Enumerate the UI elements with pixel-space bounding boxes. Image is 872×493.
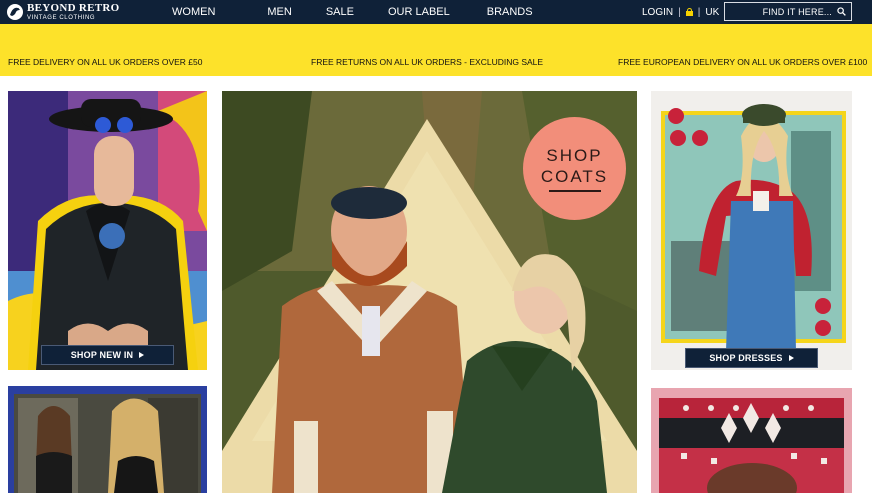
account-utilities: LOGIN | | UK <box>642 0 719 24</box>
logo-title: BEYOND RETRO <box>27 2 120 14</box>
nav-men[interactable]: MEN <box>267 6 291 18</box>
lingerie-tile[interactable] <box>8 386 207 493</box>
top-navigation-bar: BEYOND RETRO VINTAGE CLOTHING WOMEN MEN … <box>0 0 872 24</box>
shop-coats-line1: SHOP <box>546 146 603 165</box>
knitwear-photo <box>651 388 852 493</box>
search-icon[interactable] <box>837 7 846 16</box>
dresses-tile[interactable]: SHOP DRESSES <box>651 91 852 370</box>
arrow-right-icon <box>788 355 794 361</box>
promo-european-delivery: FREE EUROPEAN DELIVERY ON ALL UK ORDERS … <box>618 57 868 67</box>
shop-coats-underline <box>548 190 601 192</box>
nav-women[interactable]: WOMEN <box>172 6 215 18</box>
main-nav: WOMEN MEN SALE OUR LABEL BRANDS <box>172 0 533 24</box>
search-input[interactable]: FIND IT HERE... <box>724 2 852 21</box>
login-link[interactable]: LOGIN <box>642 7 673 18</box>
nav-our-label[interactable]: OUR LABEL <box>388 6 450 18</box>
lock-icon <box>685 8 693 16</box>
nav-brands[interactable]: BRANDS <box>487 6 533 18</box>
shop-dresses-button[interactable]: SHOP DRESSES <box>685 348 818 368</box>
separator: | <box>678 6 681 18</box>
lingerie-photo <box>8 386 207 493</box>
arrow-right-icon <box>139 352 145 358</box>
promo-banner: FREE DELIVERY ON ALL UK ORDERS OVER £50 … <box>0 24 872 76</box>
shop-new-in-button[interactable]: SHOP NEW IN <box>41 345 174 365</box>
logo-emblem-icon <box>7 4 23 20</box>
new-in-tile[interactable]: SHOP NEW IN <box>8 91 207 370</box>
dresses-photo <box>651 91 852 370</box>
shop-coats-line2: COATS <box>540 167 609 186</box>
shop-dresses-label: SHOP DRESSES <box>709 353 783 363</box>
search-placeholder: FIND IT HERE... <box>762 6 832 17</box>
promo-free-returns: FREE RETURNS ON ALL UK ORDERS - EXCLUDIN… <box>311 57 544 67</box>
logo-subtitle: VINTAGE CLOTHING <box>27 15 96 21</box>
separator: | <box>697 6 701 18</box>
promo-free-delivery: FREE DELIVERY ON ALL UK ORDERS OVER £50 <box>8 57 203 67</box>
knitwear-tile[interactable] <box>651 388 852 493</box>
region-selector[interactable]: UK <box>705 7 719 18</box>
nav-sale[interactable]: SALE <box>326 6 354 18</box>
coats-hero-tile[interactable]: SHOP COATS <box>222 91 637 493</box>
new-in-photo <box>8 91 207 370</box>
shop-new-in-label: SHOP NEW IN <box>70 350 134 360</box>
beyond-retro-logo[interactable]: BEYOND RETRO VINTAGE CLOTHING <box>6 1 120 23</box>
shop-coats-badge[interactable]: SHOP COATS <box>523 117 626 220</box>
